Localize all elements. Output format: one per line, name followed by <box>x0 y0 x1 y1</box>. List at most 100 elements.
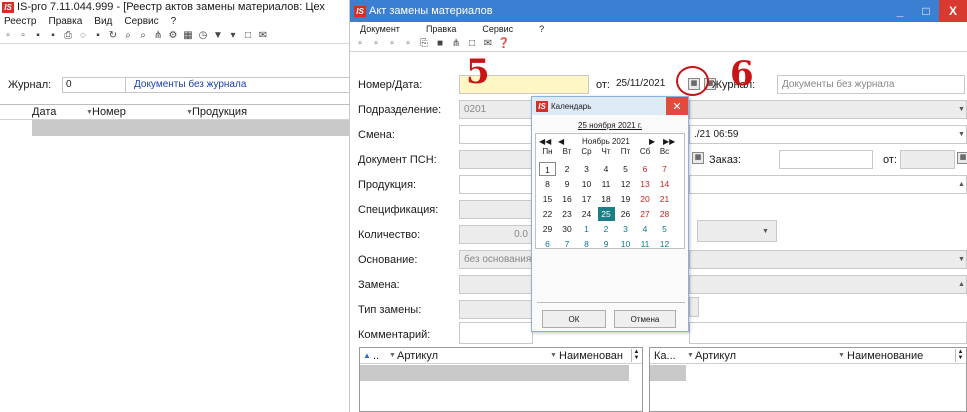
history-icon[interactable]: ◷ <box>197 30 209 42</box>
calendar-day[interactable]: 4 <box>637 222 654 236</box>
tree-icon[interactable]: ⋔ <box>450 38 462 50</box>
calendar-day[interactable]: 10 <box>617 237 634 251</box>
column-article[interactable]: Артикул <box>695 350 736 362</box>
mail-icon[interactable]: ✉ <box>482 38 494 50</box>
calendar-day[interactable]: 7 <box>559 237 576 251</box>
menu-document[interactable]: Документ <box>360 24 400 34</box>
calendar-day[interactable]: 1 <box>539 162 556 176</box>
menu-help[interactable]: ? <box>171 16 177 27</box>
calendar-day[interactable]: 3 <box>617 222 634 236</box>
create-from-icon[interactable]: ▪ <box>47 30 59 42</box>
calendar-day[interactable]: 27 <box>637 207 654 221</box>
calendar-ok-button[interactable]: ОК <box>542 310 606 328</box>
create-from-icon[interactable]: ▫ <box>402 38 414 50</box>
calendar-day[interactable]: 22 <box>539 207 556 221</box>
basis-field[interactable]: без основания <box>459 250 533 269</box>
order-calendar-icon[interactable]: ▦ <box>957 152 967 164</box>
menu-service[interactable]: Сервис <box>124 16 158 27</box>
dropdown-arrow-icon[interactable]: ▼ <box>958 256 965 263</box>
comment-field[interactable] <box>459 322 533 344</box>
column-category[interactable]: Ка... <box>654 350 676 362</box>
calendar-day[interactable]: 11 <box>637 237 654 251</box>
calendar-day[interactable]: 17 <box>578 192 595 206</box>
window-icon[interactable]: □ <box>242 30 254 42</box>
calendar-day[interactable]: 10 <box>578 177 595 191</box>
attach-icon[interactable]: ⎘ <box>418 38 430 50</box>
calendar-day[interactable]: 18 <box>598 192 615 206</box>
column-article[interactable]: Артикул <box>397 350 438 362</box>
specification-field[interactable] <box>459 200 533 219</box>
menu-help[interactable]: ? <box>539 24 544 34</box>
create-icon[interactable]: ▪ <box>32 30 44 42</box>
calendar-today-link[interactable]: 25 ноября 2021 г. <box>532 121 688 133</box>
copy-icon[interactable]: ▫ <box>17 30 29 42</box>
minimize-button[interactable]: _ <box>887 0 913 22</box>
calendar-day[interactable]: 3 <box>578 162 595 176</box>
replacement-detail-field[interactable] <box>689 275 967 294</box>
next-month-icon[interactable]: ▶ <box>649 137 655 146</box>
column-extra[interactable]: .. <box>373 350 379 362</box>
calendar-day[interactable]: 9 <box>598 237 615 251</box>
menu-service[interactable]: Сервис <box>482 24 513 34</box>
print-icon[interactable]: ⎙ <box>62 30 74 42</box>
calendar-day[interactable]: 11 <box>598 177 615 191</box>
filter-edit-icon[interactable]: ▾ <box>227 30 239 42</box>
calendar-day[interactable]: 28 <box>656 207 673 221</box>
calendar-day[interactable]: 5 <box>656 222 673 236</box>
tree-icon[interactable]: ⋔ <box>152 30 164 42</box>
menu-edit[interactable]: Правка <box>426 24 456 34</box>
product-field[interactable] <box>459 175 533 194</box>
calendar-day[interactable]: 14 <box>656 177 673 191</box>
calendar-day[interactable]: 21 <box>656 192 673 206</box>
department-name-field[interactable] <box>689 100 967 119</box>
calendar-day[interactable]: 23 <box>559 207 576 221</box>
expand-arrow-icon[interactable]: ▲ <box>958 281 965 288</box>
calendar-day[interactable]: 29 <box>539 222 556 236</box>
calendar-day[interactable]: 16 <box>559 192 576 206</box>
dropdown-arrow-icon[interactable]: ▼ <box>762 228 769 235</box>
expand-arrow-icon[interactable]: ▲ <box>958 181 965 188</box>
calendar-day[interactable]: 24 <box>578 207 595 221</box>
create-icon[interactable]: ▫ <box>386 38 398 50</box>
sort-up-icon[interactable]: ▲ <box>363 351 371 360</box>
mail-icon[interactable]: ✉ <box>257 30 269 42</box>
column-name[interactable]: Наименован <box>559 350 623 362</box>
dropdown-arrow-icon[interactable]: ▼ <box>958 106 965 113</box>
preview-icon[interactable]: ◌ <box>77 30 89 42</box>
calendar-day[interactable]: 2 <box>559 162 576 176</box>
calendar-day[interactable]: 6 <box>539 237 556 251</box>
journal-code-field[interactable]: 0 <box>62 77 126 93</box>
maximize-button[interactable]: □ <box>913 0 939 22</box>
menu-view[interactable]: Вид <box>94 16 112 27</box>
psn-picker-icon[interactable]: ▦ <box>692 152 704 164</box>
order-field[interactable] <box>779 150 873 169</box>
scrollbar-up-icon[interactable]: ▲ ▼ <box>631 349 641 362</box>
calendar-cancel-button[interactable]: Отмена <box>614 310 676 328</box>
calendar-day[interactable]: 30 <box>559 222 576 236</box>
prev-month-icon[interactable]: ◀ <box>558 137 564 146</box>
calendar-day[interactable]: 1 <box>578 222 595 236</box>
calendar-day[interactable]: 25 <box>597 207 615 221</box>
dropdown-arrow-icon[interactable]: ▼ <box>958 131 965 138</box>
quantity-field[interactable]: 0.0 <box>459 225 533 244</box>
calendar-day[interactable]: 6 <box>637 162 654 176</box>
order-date-field[interactable] <box>900 150 955 169</box>
calendar-day[interactable]: 5 <box>617 162 634 176</box>
column-date[interactable]: Дата <box>32 106 86 118</box>
replacement-field[interactable] <box>459 275 533 294</box>
shift-field[interactable] <box>459 125 533 144</box>
last-month-icon[interactable]: ▶▶ <box>663 137 675 146</box>
calendar-day[interactable]: 15 <box>539 192 556 206</box>
shift-datetime-field[interactable]: ./21 06:59 <box>689 125 967 144</box>
replacement-type-button[interactable] <box>689 297 699 317</box>
calendar-day[interactable]: 19 <box>617 192 634 206</box>
calendar-day[interactable]: 4 <box>598 162 615 176</box>
calendar-day[interactable]: 26 <box>617 207 634 221</box>
help-icon[interactable]: ❓ <box>498 38 510 50</box>
new-document-icon[interactable]: ▫ <box>2 30 14 42</box>
table-row[interactable] <box>360 365 629 381</box>
column-product[interactable]: Продукция <box>190 106 247 118</box>
menu-edit[interactable]: Правка <box>49 16 83 27</box>
psn-document-field[interactable] <box>459 150 533 169</box>
find-next-icon[interactable]: ⌕ <box>137 30 149 42</box>
